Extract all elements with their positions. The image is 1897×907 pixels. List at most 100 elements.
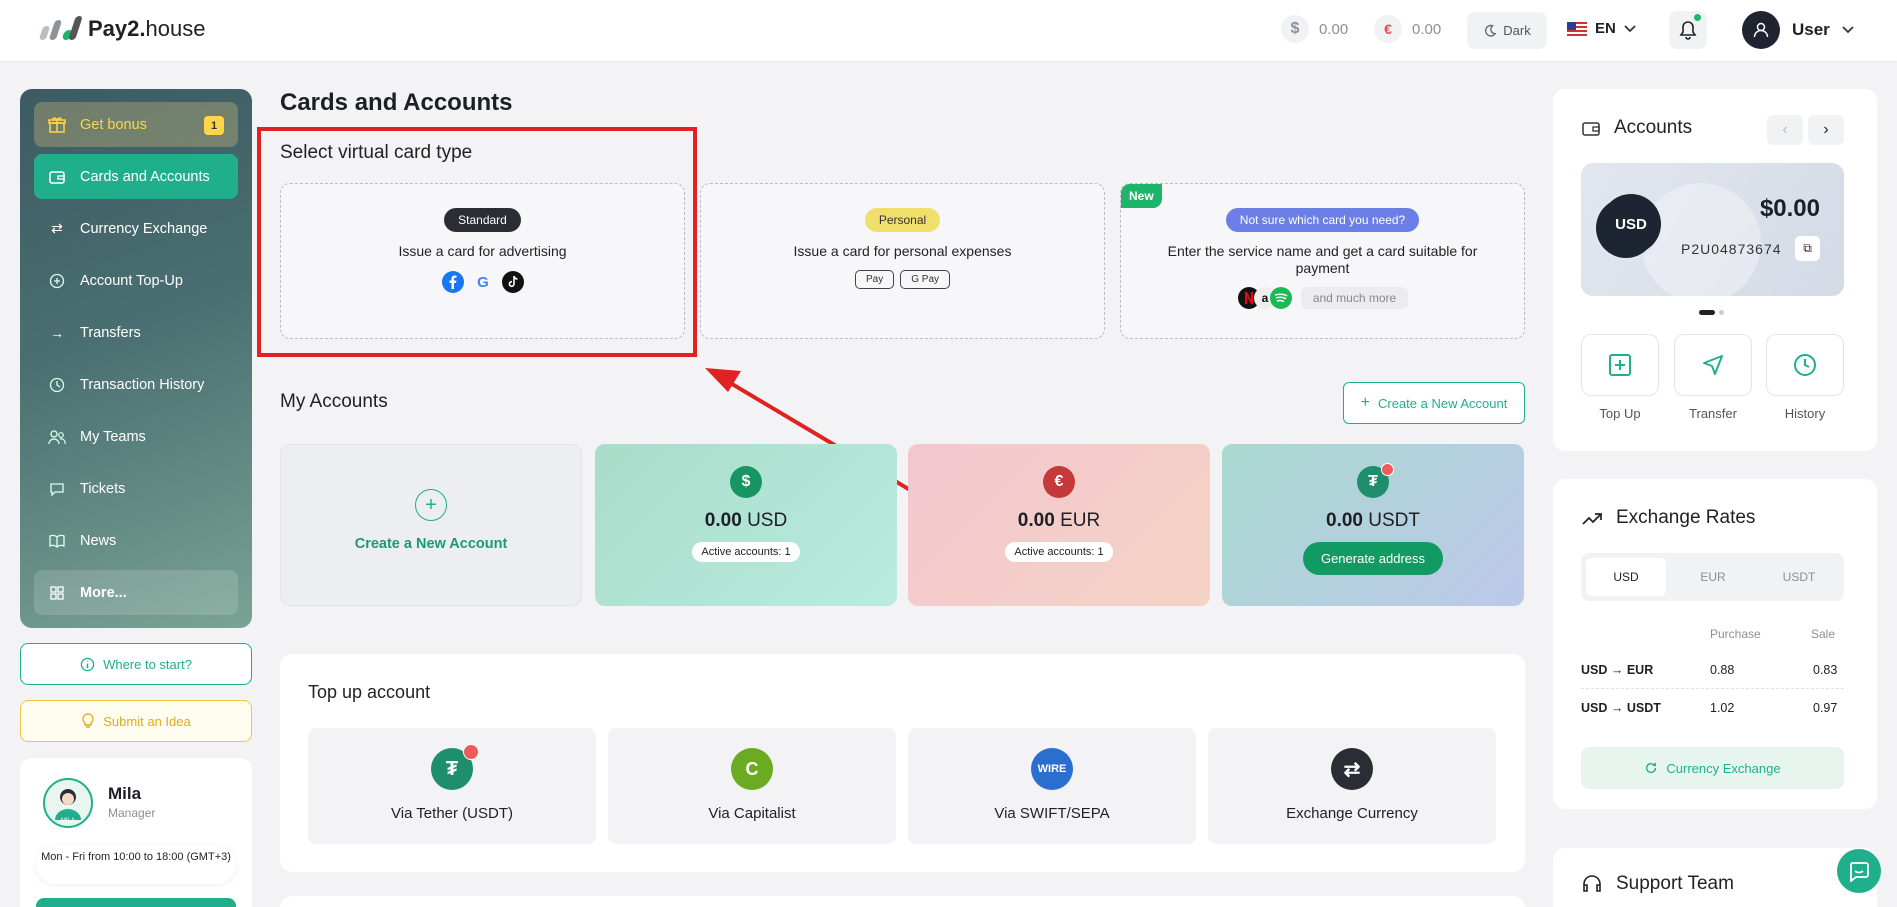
history-action-button[interactable] <box>1766 334 1844 396</box>
chevron-right-icon: › <box>1823 121 1829 138</box>
dark-theme-toggle[interactable]: Dark <box>1467 12 1547 49</box>
usd-balance-value: 0.00 <box>1319 20 1349 38</box>
support-team-widget: Support Team <box>1553 848 1877 907</box>
user-menu[interactable]: User <box>1742 11 1854 49</box>
account-card-usdt[interactable]: ₮ 0.00 USDT Generate address <box>1222 444 1524 606</box>
tron-network-icon <box>1381 463 1394 476</box>
active-accounts-count: Active accounts: 1 <box>1005 542 1113 562</box>
sidebar-item-account-top-up[interactable]: Account Top-Up <box>34 258 238 303</box>
topup-via-capitalist[interactable]: C Via Capitalist <box>608 728 896 844</box>
create-account-tile-label: Create a New Account <box>354 536 508 552</box>
theme-label: Dark <box>1503 23 1531 38</box>
manager-name: Mila <box>108 784 142 803</box>
card-type-description: Issue a card for personal expenses <box>793 243 1012 259</box>
account-balance: 0.00 USD <box>704 510 788 531</box>
currency-exchange-button-label: Currency Exchange <box>1666 760 1781 776</box>
card-type-suggest[interactable]: New Not sure which card you need? Enter … <box>1120 183 1525 339</box>
new-tag: New <box>1121 184 1162 208</box>
capitalist-icon: C <box>731 748 773 790</box>
tab-usd[interactable]: USD <box>1586 558 1666 596</box>
sidebar-item-transaction-history[interactable]: Transaction History <box>34 362 238 407</box>
plus-square-icon <box>1609 354 1631 376</box>
sidebar-item-label: Transaction History <box>80 376 205 393</box>
refresh-icon <box>1646 762 1657 774</box>
top-up-title: Top up account <box>308 682 431 702</box>
page-title: Cards and Accounts <box>280 89 513 116</box>
currency-badge: USD <box>1601 194 1661 254</box>
account-card-eur[interactable]: € 0.00 EUR Active accounts: 1 <box>908 444 1210 606</box>
tether-icon: ₮ <box>431 744 479 790</box>
where-to-start-button[interactable]: Where to start? <box>20 643 252 685</box>
language-label: EN <box>1595 20 1616 37</box>
eur-balance[interactable]: € 0.00 <box>1374 15 1441 43</box>
gift-icon <box>48 116 66 134</box>
sidebar-item-cards-and-accounts[interactable]: Cards and Accounts <box>34 154 238 199</box>
sidebar-item-label: My Teams <box>80 428 146 445</box>
chat-launcher-button[interactable] <box>1837 849 1881 893</box>
plus-icon: + <box>1360 394 1370 411</box>
clock-icon <box>1794 354 1816 376</box>
rate-pair: USD → EUR <box>1581 663 1654 677</box>
sidebar-item-more[interactable]: More... <box>34 570 238 615</box>
service-logos: a <box>1237 286 1293 310</box>
card-type-personal[interactable]: Personal Issue a card for personal expen… <box>700 183 1105 339</box>
prev-account-button[interactable]: ‹ <box>1767 115 1803 145</box>
account-card-carousel[interactable]: USD $0.00 P2U04873674 ⧉ <box>1581 163 1844 296</box>
create-account-tile[interactable]: + Create a New Account <box>280 444 582 606</box>
sidebar-item-label: Tickets <box>80 480 126 497</box>
card-type-description: Enter the service name and get a card su… <box>1167 243 1478 276</box>
submit-idea-label: Submit an Idea <box>103 713 191 729</box>
euro-icon: € <box>1043 466 1075 498</box>
top-header: Pay2.house $ 0.00 € 0.00 Dark EN User <box>0 0 1897 61</box>
rate-sale: 0.83 <box>1813 663 1838 677</box>
personal-manager-card: MILA Mila Manager Mon - Fri from 10:00 t… <box>20 758 252 907</box>
account-card-usd[interactable]: $ 0.00 USD Active accounts: 1 <box>595 444 897 606</box>
create-account-button[interactable]: + Create a New Account <box>1343 382 1525 424</box>
annotation-highlight-box <box>257 127 697 357</box>
chevron-left-icon: ‹ <box>1782 121 1788 138</box>
topup-via-swift-sepa[interactable]: WIRE Via SWIFT/SEPA <box>908 728 1196 844</box>
copy-icon[interactable]: ⧉ <box>1795 236 1820 261</box>
sidebar-item-label: Account Top-Up <box>80 272 183 289</box>
notifications-button[interactable] <box>1669 11 1707 49</box>
currency-exchange-button[interactable]: Currency Exchange <box>1581 747 1844 789</box>
wallet-icon <box>1582 122 1600 136</box>
sidebar-item-transfers[interactable]: → Transfers <box>34 310 238 355</box>
next-account-button[interactable]: › <box>1808 115 1844 145</box>
sidebar-item-get-bonus[interactable]: Get bonus 1 <box>34 102 238 147</box>
topup-exchange-currency[interactable]: ⇄ Exchange Currency <box>1208 728 1496 844</box>
tether-icon: ₮ <box>1357 463 1394 498</box>
sale-column-header: Sale <box>1811 627 1836 641</box>
tab-eur[interactable]: EUR <box>1673 558 1753 596</box>
chat-bubble-icon <box>1850 862 1869 882</box>
tab-usdt[interactable]: USDT <box>1759 558 1839 596</box>
accounts-widget-title: Accounts <box>1582 117 1692 139</box>
transfer-action-button[interactable] <box>1674 334 1752 396</box>
usd-balance[interactable]: $ 0.00 <box>1281 15 1348 43</box>
plus-circle-icon: + <box>415 489 447 521</box>
manager-role: Manager <box>108 806 156 820</box>
sidebar-item-tickets[interactable]: Tickets <box>34 466 238 511</box>
spotify-icon <box>1269 287 1292 309</box>
language-selector[interactable]: EN <box>1567 20 1636 37</box>
account-card-balance: $0.00 <box>1759 195 1820 222</box>
account-balance: 0.00 USDT <box>1326 510 1420 531</box>
dollar-icon: $ <box>730 466 762 498</box>
topup-via-tether[interactable]: ₮ Via Tether (USDT) <box>308 728 596 844</box>
submit-idea-button[interactable]: Submit an Idea <box>20 700 252 742</box>
sidebar-item-label: Transfers <box>80 324 141 341</box>
contact-manager-button[interactable] <box>36 898 236 907</box>
trending-up-icon <box>1582 513 1602 525</box>
generate-address-button[interactable]: Generate address <box>1302 542 1444 575</box>
transfer-action-label: Transfer <box>1689 406 1737 421</box>
and-much-more-label: and much more <box>1300 287 1409 309</box>
moon-icon <box>1485 24 1497 37</box>
sidebar-item-currency-exchange[interactable]: ⇄ Currency Exchange <box>34 206 238 251</box>
not-sure-badge: Not sure which card you need? <box>1225 208 1420 232</box>
topup-method-label: Via Tether (USDT) <box>391 805 513 822</box>
sidebar-item-my-teams[interactable]: My Teams <box>34 414 238 459</box>
logo[interactable]: Pay2.house <box>38 16 205 42</box>
top-up-action-button[interactable] <box>1581 334 1659 396</box>
sidebar-item-news[interactable]: News <box>34 518 238 563</box>
create-account-button-label: Create a New Account <box>1377 395 1508 411</box>
